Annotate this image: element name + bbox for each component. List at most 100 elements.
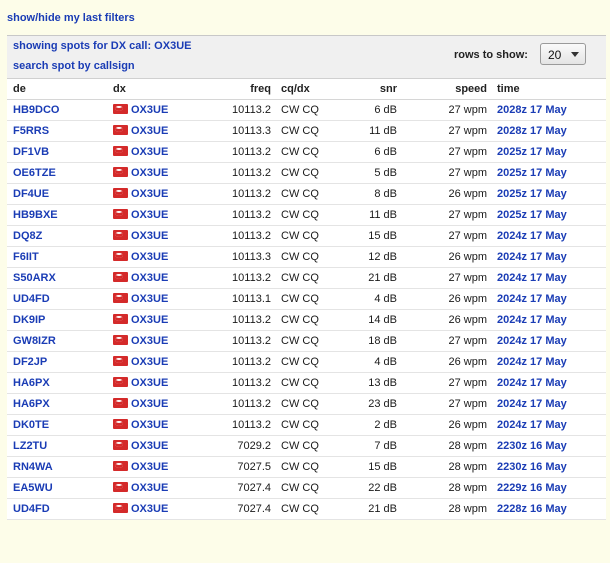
chevron-down-icon [571, 52, 579, 57]
de-callsign-link[interactable]: OE6TZE [13, 167, 56, 179]
dx-callsign-link[interactable]: OX3UE [131, 209, 168, 221]
cell-snr: 6 dB [341, 141, 401, 163]
time-link[interactable]: 2024z 17 May [497, 419, 567, 431]
de-callsign-link[interactable]: DQ8Z [13, 230, 42, 242]
de-callsign-link[interactable]: HB9BXE [13, 209, 58, 221]
cell-time: 2229z 16 May [491, 477, 606, 499]
cell-dx: OX3UE [107, 330, 191, 352]
dx-callsign-link[interactable]: OX3UE [131, 335, 168, 347]
de-callsign-link[interactable]: HB9DCO [13, 104, 59, 116]
de-callsign-link[interactable]: S50ARX [13, 272, 56, 284]
de-callsign-link[interactable]: DK9IP [13, 314, 45, 326]
time-link[interactable]: 2229z 16 May [497, 482, 567, 494]
cell-dx: OX3UE [107, 225, 191, 247]
dx-callsign-link[interactable]: OX3UE [131, 419, 168, 431]
time-link[interactable]: 2028z 17 May [497, 104, 567, 116]
time-link[interactable]: 2025z 17 May [497, 167, 567, 179]
dx-callsign-link[interactable]: OX3UE [131, 188, 168, 200]
time-link[interactable]: 2024z 17 May [497, 377, 567, 389]
time-link[interactable]: 2028z 17 May [497, 125, 567, 137]
dx-callsign-link[interactable]: OX3UE [131, 125, 168, 137]
de-callsign-link[interactable]: RN4WA [13, 461, 53, 473]
time-link[interactable]: 2024z 17 May [497, 272, 567, 284]
cell-de: UD4FD [7, 288, 107, 310]
dx-callsign-link[interactable]: OX3UE [131, 314, 168, 326]
dx-callsign-link[interactable]: OX3UE [131, 293, 168, 305]
dx-callsign-link[interactable]: OX3UE [131, 461, 168, 473]
table-row: DK0TE OX3UE 10113.2 CW CQ 2 dB 26 wpm 2024z 17… [7, 414, 606, 436]
de-callsign-link[interactable]: UD4FD [13, 503, 50, 515]
dx-callsign-link[interactable]: OX3UE [131, 377, 168, 389]
de-callsign-link[interactable]: LZ2TU [13, 440, 47, 452]
time-link[interactable]: 2228z 16 May [497, 503, 567, 515]
de-callsign-link[interactable]: GW8IZR [13, 335, 56, 347]
cell-speed: 27 wpm [401, 162, 491, 184]
showing-spots-link[interactable]: showing spots for DX call: OX3UE [13, 40, 191, 52]
cell-freq: 7027.4 [191, 477, 275, 499]
de-callsign-link[interactable]: DF1VB [13, 146, 49, 158]
greenland-flag-icon [113, 188, 128, 198]
dx-callsign-link[interactable]: OX3UE [131, 482, 168, 494]
cell-snr: 4 dB [341, 351, 401, 373]
greenland-flag-icon [113, 146, 128, 156]
greenland-flag-icon [113, 419, 128, 429]
dx-callsign-link[interactable]: OX3UE [131, 503, 168, 515]
cell-snr: 13 dB [341, 372, 401, 394]
dx-callsign-link[interactable]: OX3UE [131, 356, 168, 368]
time-link[interactable]: 2230z 16 May [497, 461, 567, 473]
greenland-flag-icon [113, 251, 128, 261]
cell-dx: OX3UE [107, 393, 191, 415]
de-callsign-link[interactable]: DK0TE [13, 419, 49, 431]
de-callsign-link[interactable]: EA5WU [13, 482, 53, 494]
time-link[interactable]: 2024z 17 May [497, 314, 567, 326]
greenland-flag-icon [113, 503, 128, 513]
col-header-dx: dx [107, 79, 191, 100]
cell-snr: 23 dB [341, 393, 401, 415]
show-hide-filters-link[interactable]: show/hide my last filters [7, 12, 135, 24]
de-callsign-link[interactable]: HA6PX [13, 377, 50, 389]
de-callsign-link[interactable]: F5RRS [13, 125, 49, 137]
time-link[interactable]: 2024z 17 May [497, 251, 567, 263]
time-link[interactable]: 2024z 17 May [497, 230, 567, 242]
table-row: DQ8Z OX3UE 10113.2 CW CQ 15 dB 27 wpm 2024z 17… [7, 225, 606, 247]
cell-dx: OX3UE [107, 183, 191, 205]
dx-callsign-link[interactable]: OX3UE [131, 272, 168, 284]
cell-cqdx: CW CQ [275, 183, 341, 205]
greenland-flag-icon [113, 272, 128, 282]
table-row: DF4UE OX3UE 10113.2 CW CQ 8 dB 26 wpm 2025z 17… [7, 183, 606, 205]
time-link[interactable]: 2024z 17 May [497, 398, 567, 410]
cell-time: 2230z 16 May [491, 456, 606, 478]
de-callsign-link[interactable]: HA6PX [13, 398, 50, 410]
cell-snr: 18 dB [341, 330, 401, 352]
time-link[interactable]: 2025z 17 May [497, 146, 567, 158]
cell-dx: OX3UE [107, 309, 191, 331]
time-link[interactable]: 2024z 17 May [497, 356, 567, 368]
cell-speed: 26 wpm [401, 309, 491, 331]
dx-callsign-link[interactable]: OX3UE [131, 230, 168, 242]
cell-de: OE6TZE [7, 162, 107, 184]
de-callsign-link[interactable]: F6IIT [13, 251, 39, 263]
time-link[interactable]: 2024z 17 May [497, 335, 567, 347]
cell-cqdx: CW CQ [275, 246, 341, 268]
cell-freq: 10113.2 [191, 183, 275, 205]
dx-callsign-link[interactable]: OX3UE [131, 146, 168, 158]
de-callsign-link[interactable]: DF4UE [13, 188, 49, 200]
cell-freq: 10113.2 [191, 141, 275, 163]
de-callsign-link[interactable]: UD4FD [13, 293, 50, 305]
dx-callsign-link[interactable]: OX3UE [131, 167, 168, 179]
time-link[interactable]: 2230z 16 May [497, 440, 567, 452]
time-link[interactable]: 2025z 17 May [497, 188, 567, 200]
dx-callsign-link[interactable]: OX3UE [131, 104, 168, 116]
table-row: HB9BXE OX3UE 10113.2 CW CQ 11 dB 27 wpm 2025z … [7, 204, 606, 226]
de-callsign-link[interactable]: DF2JP [13, 356, 47, 368]
dx-callsign-link[interactable]: OX3UE [131, 398, 168, 410]
cell-cqdx: CW CQ [275, 435, 341, 457]
dx-callsign-link[interactable]: OX3UE [131, 440, 168, 452]
time-link[interactable]: 2025z 17 May [497, 209, 567, 221]
search-spot-link[interactable]: search spot by callsign [13, 60, 135, 72]
rows-to-show-select[interactable]: 20 [540, 43, 586, 65]
dx-callsign-link[interactable]: OX3UE [131, 251, 168, 263]
greenland-flag-icon [113, 482, 128, 492]
time-link[interactable]: 2024z 17 May [497, 293, 567, 305]
cell-cqdx: CW CQ [275, 309, 341, 331]
